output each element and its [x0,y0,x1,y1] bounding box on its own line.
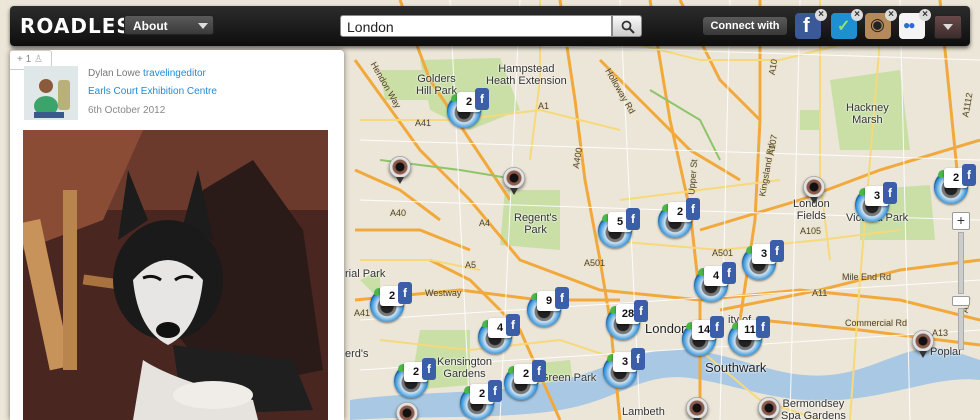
road-label: A5 [465,260,477,270]
road-label: A501 [712,248,734,258]
place-label-hampstead: Hampstead Heath Extension [486,63,567,87]
zoom-control: + [952,212,970,420]
avatar[interactable] [24,66,78,120]
place-label-bermondsey: Bermondsey Spa Gardens [781,398,846,420]
photo-cluster-marker[interactable]: 5f [598,208,642,248]
photo-cluster-marker[interactable]: 9f [527,287,571,327]
zoom-slider-thumb[interactable] [952,296,970,306]
zoom-slider-track[interactable] [958,308,964,350]
avatar-image [24,66,78,120]
close-icon[interactable]: × [885,9,897,21]
photo-cluster-marker[interactable]: 14 f [682,316,726,356]
road-label: A4 [479,218,491,228]
photo-marker[interactable] [503,167,525,195]
facebook-icon: f [803,15,810,37]
about-dropdown[interactable]: About [124,15,214,35]
road-label: A105 [800,226,822,236]
photo-cluster-marker[interactable]: 2f [934,164,978,204]
chevron-down-icon [198,23,208,29]
photo-cluster-marker[interactable]: 2f [394,358,438,398]
road-label: A1 [538,101,550,111]
photo-marker[interactable] [758,397,780,420]
search-button[interactable] [612,15,642,37]
photo-marker[interactable] [389,156,411,184]
place-label-greenpark: Green Park [540,372,597,384]
place-label-lambeth: Lambeth [622,406,665,418]
post-photo[interactable] [23,130,328,420]
close-icon[interactable]: × [851,9,863,21]
place-label-regents: Regent's Park [514,212,558,236]
zoom-in-button[interactable]: + [952,212,970,230]
road-label: Westway [425,288,462,298]
author-handle-link[interactable]: travelingeditor [143,68,206,79]
about-label: About [133,19,168,33]
road-label: Commercial Rd [845,318,908,328]
post-author: Dylan Lowe travelingeditor [88,68,206,79]
place-label-hackney: Hackney Marsh [846,102,889,126]
place-label-kensington: Kensington Gardens [437,356,493,380]
instagram-icon: ◉ [870,15,885,34]
road-label: A41 [354,308,371,318]
foursquare-icon: ✓ [837,18,851,35]
photo-marker[interactable] [803,176,825,204]
photo-marker[interactable] [396,402,418,420]
search-input[interactable]: London [340,15,612,37]
place-label-southwark: Southwark [705,360,767,375]
husky-photo [23,130,328,420]
photo-cluster-marker[interactable]: 2f [447,88,491,128]
photo-cluster-marker[interactable]: 2f [658,198,702,238]
road-label: A11 [812,288,828,298]
road-label: A40 [390,208,407,218]
connect-with-label: Connect with [703,17,787,35]
instagram-connect-button[interactable]: ◉ × [865,9,897,39]
photo-cluster-marker[interactable]: 28 f [606,300,650,340]
chevron-down-icon [943,24,953,30]
photo-cluster-marker[interactable]: 4f [694,262,738,302]
flickr-icon: ●● [903,18,915,32]
photo-cluster-marker[interactable]: 2f [370,282,414,322]
location-link[interactable]: Earls Court Exhibition Centre [88,86,217,97]
facebook-connect-button[interactable]: f × [795,9,827,39]
post-card: + 1 ♙ Dylan Lowe travelingeditor Earls C… [10,50,344,420]
author-name: Dylan Lowe [88,68,141,79]
plus-count: + 1 [17,54,32,65]
account-dropdown[interactable] [934,15,962,39]
road-label: A13 [932,328,949,338]
photo-cluster-marker[interactable]: 2f [460,380,504,420]
post-date: 6th October 2012 [88,105,166,116]
foursquare-connect-button[interactable]: ✓ × [831,9,863,39]
flickr-connect-button[interactable]: ●● × [899,9,931,39]
road-label: A501 [584,258,606,268]
photo-marker[interactable] [686,397,708,420]
photo-cluster-marker[interactable]: 4f [478,314,522,354]
road-label: A41 [415,118,432,128]
road-label: Mile End Rd [842,272,892,282]
photo-cluster-marker[interactable]: 3f [855,182,899,222]
photo-cluster-marker[interactable]: 11 f [728,316,772,356]
search-icon [621,20,635,34]
place-label-herds: erd's [345,348,369,360]
photo-marker[interactable] [912,330,934,358]
photo-cluster-marker[interactable]: 3f [603,348,647,388]
close-icon[interactable]: × [919,9,931,21]
top-bar: ROADLESS About London Connect with f × ✓… [10,6,970,46]
place-label-park-left: rial Park [345,268,386,280]
zoom-slider-track[interactable] [958,232,964,294]
close-icon[interactable]: × [815,9,827,21]
photo-cluster-marker[interactable]: 2f [504,360,548,400]
photo-cluster-marker[interactable]: 3f [742,240,786,280]
person-icon: ♙ [34,54,43,65]
